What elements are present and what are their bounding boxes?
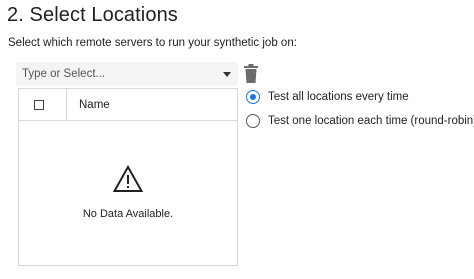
table-header: Name [19, 89, 237, 121]
radio-label-all-locations: Test all locations every time [268, 91, 409, 103]
select-all-cell [19, 89, 67, 120]
select-all-checkbox[interactable] [34, 100, 44, 110]
radio-button-unselected[interactable] [246, 114, 260, 128]
page-title: 2. Select Locations [7, 4, 178, 26]
warning-triangle-icon [113, 165, 143, 192]
radio-label-round-robin: Test one location each time (round-robin… [268, 115, 474, 127]
location-select-placeholder: Type or Select... [22, 68, 106, 80]
section-description: Select which remote servers to run your … [8, 37, 297, 49]
location-select[interactable]: Type or Select... [16, 62, 238, 86]
caret-down-icon[interactable] [223, 72, 231, 77]
empty-message: No Data Available. [82, 208, 174, 220]
radio-round-robin[interactable]: Test one location each time (round-robin… [246, 114, 474, 128]
radio-button-selected[interactable] [246, 90, 260, 104]
radio-all-locations[interactable]: Test all locations every time [246, 90, 409, 104]
trash-icon[interactable] [243, 64, 259, 83]
empty-state: No Data Available. [19, 121, 237, 265]
column-header-name[interactable]: Name [79, 99, 110, 111]
locations-table: Name No Data Available. [18, 88, 238, 266]
